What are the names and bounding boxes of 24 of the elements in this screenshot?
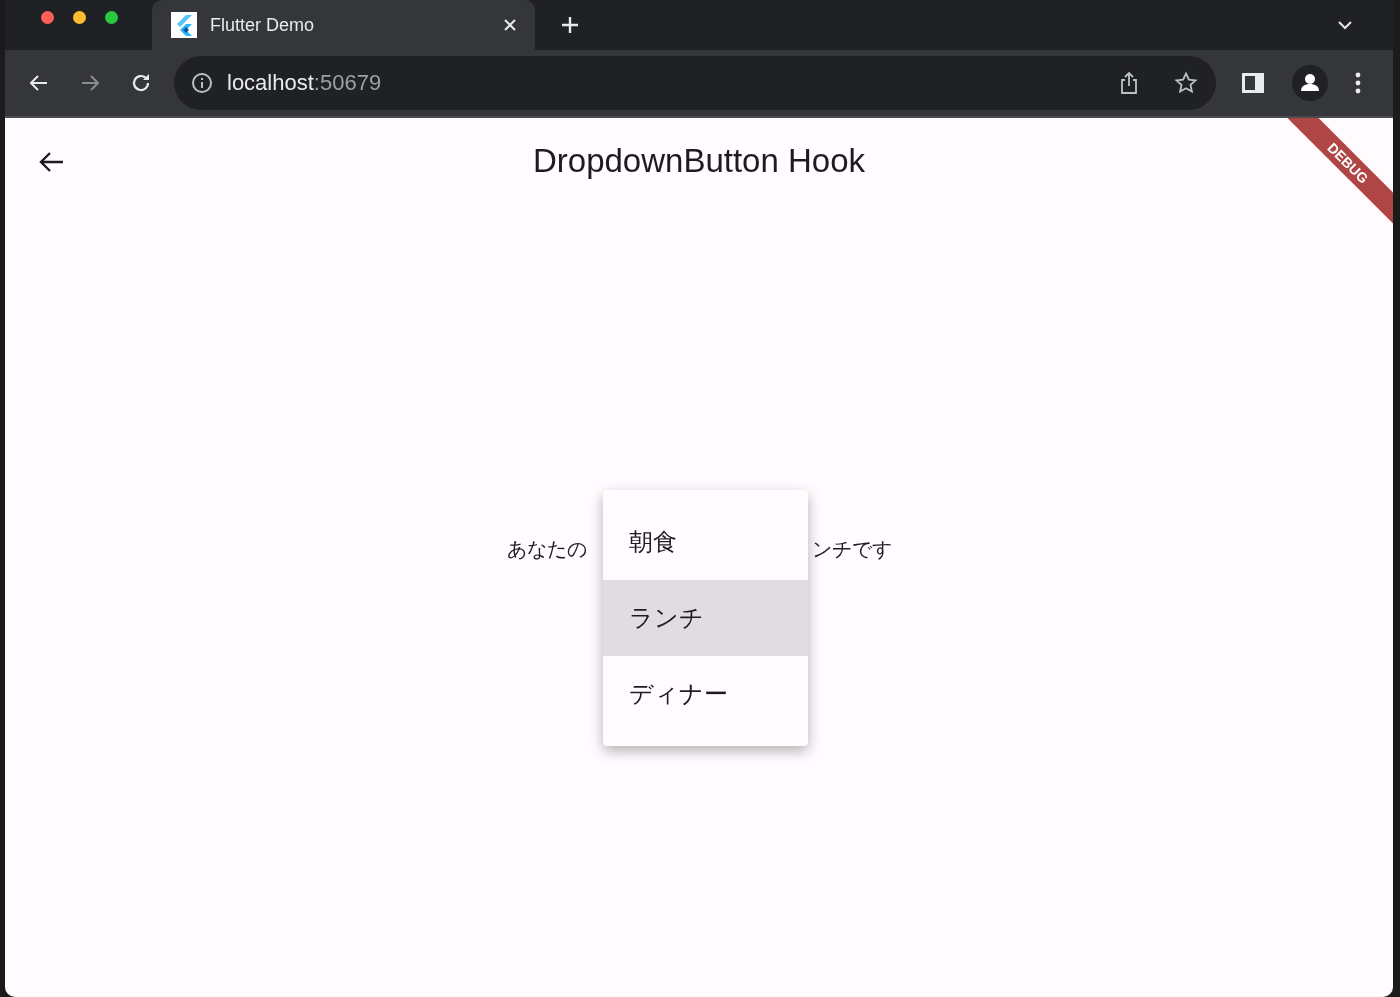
side-panel-icon[interactable] <box>1241 72 1265 94</box>
back-arrow-icon[interactable] <box>37 150 65 174</box>
tab-title: Flutter Demo <box>210 14 315 36</box>
url-text: localhost:50679 <box>227 70 382 96</box>
profile-icon[interactable] <box>1292 65 1328 101</box>
close-window-button[interactable] <box>41 11 54 24</box>
new-tab-icon[interactable] <box>560 15 580 35</box>
app-title: DropdownButton Hook <box>533 142 865 180</box>
menu-item[interactable]: ディナー <box>603 656 808 732</box>
browser-tab[interactable]: Flutter Demo <box>152 0 535 50</box>
flutter-logo-icon <box>171 12 197 38</box>
info-icon[interactable] <box>191 72 213 94</box>
menu-icon[interactable] <box>1355 72 1361 94</box>
close-tab-icon[interactable] <box>503 18 517 32</box>
menu-item[interactable]: 朝食 <box>603 504 808 580</box>
selection-text: あなたの <box>506 536 587 563</box>
share-icon[interactable] <box>1118 71 1140 95</box>
selection-text: ンチです <box>811 536 892 563</box>
chevron-down-icon[interactable] <box>1337 20 1353 30</box>
menu-item[interactable]: ランチ <box>603 580 808 656</box>
maximize-window-button[interactable] <box>105 11 118 24</box>
minimize-window-button[interactable] <box>73 11 86 24</box>
star-icon[interactable] <box>1174 71 1198 95</box>
address-bar[interactable]: localhost:50679 <box>174 56 1216 110</box>
